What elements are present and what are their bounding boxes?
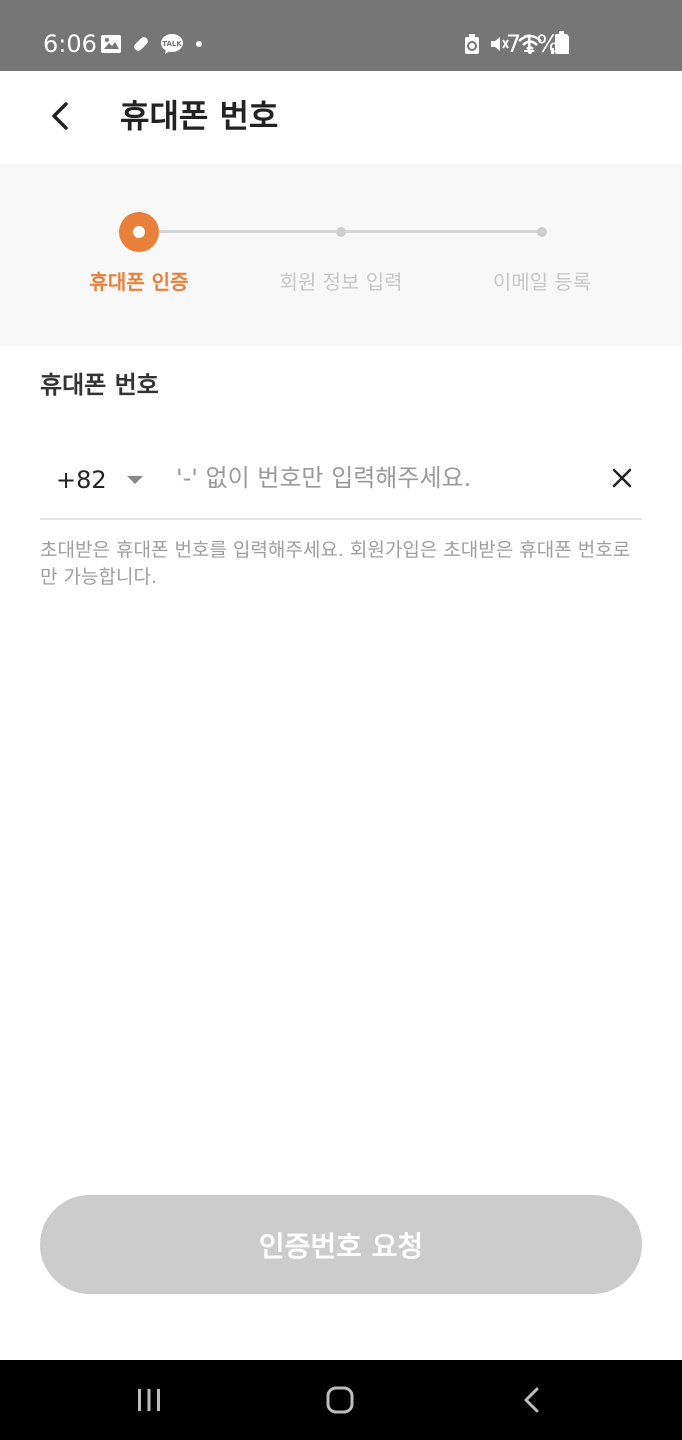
status-time: 6:06 — [43, 30, 97, 58]
kakaotalk-icon: TALK — [161, 34, 183, 54]
clear-button[interactable] — [606, 462, 638, 494]
pill-icon — [134, 37, 148, 51]
system-nav-bar — [0, 1360, 682, 1440]
phone-section-label: 휴대폰 번호 — [40, 371, 159, 399]
step-indicator-active — [119, 212, 159, 252]
talk-badge: TALK — [162, 40, 182, 48]
caret-down-icon — [126, 476, 143, 484]
battery-percent: 71% — [506, 30, 560, 58]
step-label-member-info: 회원 정보 입력 — [279, 270, 403, 294]
signup-stepper: 휴대폰 인증 회원 정보 입력 이메일 등록 — [0, 163, 682, 346]
notification-icons: TALK — [100, 32, 206, 56]
back-button[interactable] — [40, 96, 80, 136]
recents-button[interactable] — [129, 1380, 169, 1420]
helper-text: 초대받은 휴대폰 번호를 입력해주세요. 회원가입은 초대받은 휴대폰 번호로만… — [40, 539, 631, 588]
page-title: 휴대폰 번호 — [120, 97, 279, 135]
phone-number-input[interactable] — [176, 456, 596, 500]
step-connector — [155, 230, 341, 233]
app-header: 휴대폰 번호 — [0, 71, 682, 163]
step-indicator — [336, 227, 346, 237]
country-code-value: +82 — [56, 466, 107, 494]
recycle-icon — [465, 34, 479, 54]
step-label-email: 이메일 등록 — [492, 270, 592, 294]
step-connector — [341, 230, 542, 233]
country-code-select[interactable]: +82 — [56, 462, 143, 498]
status-bar: 6:06 TALK 71% — [0, 0, 682, 71]
image-icon — [101, 35, 121, 53]
home-icon — [326, 1386, 354, 1414]
request-code-button[interactable]: 인증번호 요청 — [40, 1195, 642, 1294]
input-underline — [40, 518, 642, 520]
step-indicator — [537, 227, 547, 237]
recents-icon — [138, 1389, 160, 1411]
close-icon — [612, 468, 632, 488]
dot-icon — [196, 41, 202, 47]
battery-icon — [555, 31, 568, 54]
step-label-phone-verification: 휴대폰 인증 — [89, 270, 189, 294]
back-icon — [524, 1387, 539, 1413]
nav-back-button[interactable] — [512, 1380, 552, 1420]
chevron-left-icon — [52, 102, 68, 130]
home-button[interactable] — [320, 1380, 360, 1420]
